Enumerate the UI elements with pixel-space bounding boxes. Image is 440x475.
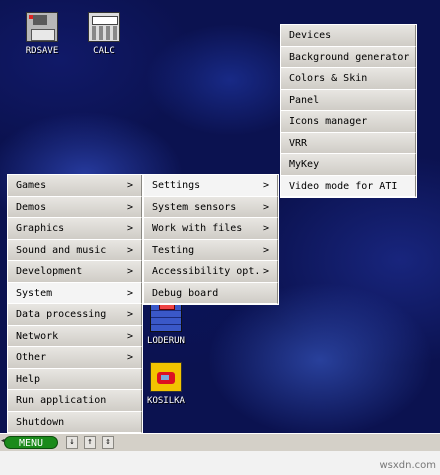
menu-item-label: System [16,287,53,299]
menu-item-label: Settings [152,180,201,191]
menu-item-shutdown[interactable]: Shutdown [8,411,142,433]
submenu-arrow-icon: > [262,266,269,277]
menu-item-label: Icons manager [289,116,368,127]
menu-item-label: Help [16,373,41,385]
desktop-icon-loderun[interactable]: LODERUN [141,300,191,346]
submenu-arrow-icon: > [262,223,269,234]
menu-item-vrr[interactable]: VRR [281,132,416,154]
menu-item-label: Development [16,266,83,277]
menu-item-help[interactable]: Help [8,368,142,390]
menu-item-label: Run application [16,395,107,406]
submenu-arrow-icon: > [126,180,133,191]
desktop-icon-label: LODERUN [147,336,185,346]
menu-item-video-mode-for-ati[interactable]: Video mode for ATI [281,175,416,197]
submenu-arrow-icon: > [126,309,133,320]
main-menu: Games > Demos > Graphics > Sound and mus… [7,174,143,434]
menu-item-sound-and-music[interactable]: Sound and music > [8,239,142,261]
menu-item-system[interactable]: System > [8,282,142,304]
calculator-icon [88,12,120,42]
menu-item-network[interactable]: Network > [8,325,142,347]
submenu-arrow-icon: > [126,201,133,213]
taskbar: ◂ MENU ↓ ↑ ⇕ [0,433,440,451]
desktop-icon-label: RDSAVE [25,46,59,56]
taskbar-up-arrow-button[interactable]: ↑ [84,436,96,449]
submenu-arrow-icon: > [262,180,269,191]
menu-item-devices[interactable]: Devices [281,25,416,47]
desktop-icon-rdsave[interactable]: RDSAVE [17,12,67,56]
menu-item-label: Background generator [289,51,410,63]
menu-item-label: Colors & Skin [289,73,368,84]
menu-item-panel[interactable]: Panel [281,89,416,111]
menu-button[interactable]: MENU [4,436,58,449]
submenu-arrow-icon: > [126,244,133,256]
settings-submenu: Devices Background generator Colors & Sk… [280,24,417,198]
menu-item-label: Demos [16,201,47,213]
menu-item-demos[interactable]: Demos > [8,196,142,218]
submenu-arrow-icon: > [126,266,133,277]
menu-item-background-generator[interactable]: Background generator [281,46,416,68]
menu-item-label: MyKey [289,159,320,170]
submenu-arrow-icon: > [262,201,269,213]
menu-item-work-with-files[interactable]: Work with files > [144,218,278,240]
menu-item-label: System sensors [152,201,237,213]
desktop-icon-calc[interactable]: CALC [79,12,129,56]
submenu-arrow-icon: > [126,287,133,299]
menu-item-label: Testing [152,244,195,256]
menu-item-system-sensors[interactable]: System sensors > [144,196,278,218]
menu-item-mykey[interactable]: MyKey [281,154,416,176]
menu-item-label: Network [16,330,59,342]
menu-item-label: Accessibility opt. [152,266,261,277]
menu-item-development[interactable]: Development > [8,261,142,283]
system-submenu: Settings > System sensors > Work with fi… [143,174,279,305]
bottom-strip: wsxdn.com [0,451,440,475]
menu-item-accessibility-options[interactable]: Accessibility opt. > [144,261,278,283]
menu-item-label: VRR [289,137,308,149]
desktop-icon-label: CALC [93,46,115,56]
taskbar-down-arrow-button[interactable]: ↓ [66,436,78,449]
menu-item-games[interactable]: Games > [8,175,142,197]
submenu-arrow-icon: > [126,330,133,342]
taskbar-updown-arrow-button[interactable]: ⇕ [102,436,114,449]
menu-item-label: Work with files [152,223,243,234]
submenu-arrow-icon: > [126,352,133,363]
menu-item-label: Data processing [16,309,107,320]
desktop-icon-kosilka[interactable]: KOSILKA [141,362,191,406]
menu-item-label: Graphics [16,223,65,234]
menu-item-testing[interactable]: Testing > [144,239,278,261]
mower-icon [150,362,182,392]
menu-item-label: Sound and music [16,244,107,256]
menu-item-data-processing[interactable]: Data processing > [8,304,142,326]
menu-item-label: Shutdown [16,416,65,428]
menu-item-label: Games [16,180,47,191]
loderunner-icon [150,300,182,332]
menu-item-settings[interactable]: Settings > [144,175,278,197]
menu-item-label: Devices [289,30,332,41]
watermark: wsxdn.com [379,460,436,471]
menu-item-label: Debug board [152,287,219,299]
menu-item-icons-manager[interactable]: Icons manager [281,111,416,133]
menu-item-label: Panel [289,94,320,106]
submenu-arrow-icon: > [262,244,269,256]
menu-item-label: Other [16,352,47,363]
menu-item-run-application[interactable]: Run application [8,390,142,412]
menu-item-debug-board[interactable]: Debug board [144,282,278,304]
drive-icon [26,12,58,42]
menu-item-graphics[interactable]: Graphics > [8,218,142,240]
submenu-arrow-icon: > [126,223,133,234]
menu-item-label: Video mode for ATI [289,180,398,192]
menu-item-colors-and-skin[interactable]: Colors & Skin [281,68,416,90]
desktop-icon-label: KOSILKA [147,396,185,406]
menu-item-other[interactable]: Other > [8,347,142,369]
